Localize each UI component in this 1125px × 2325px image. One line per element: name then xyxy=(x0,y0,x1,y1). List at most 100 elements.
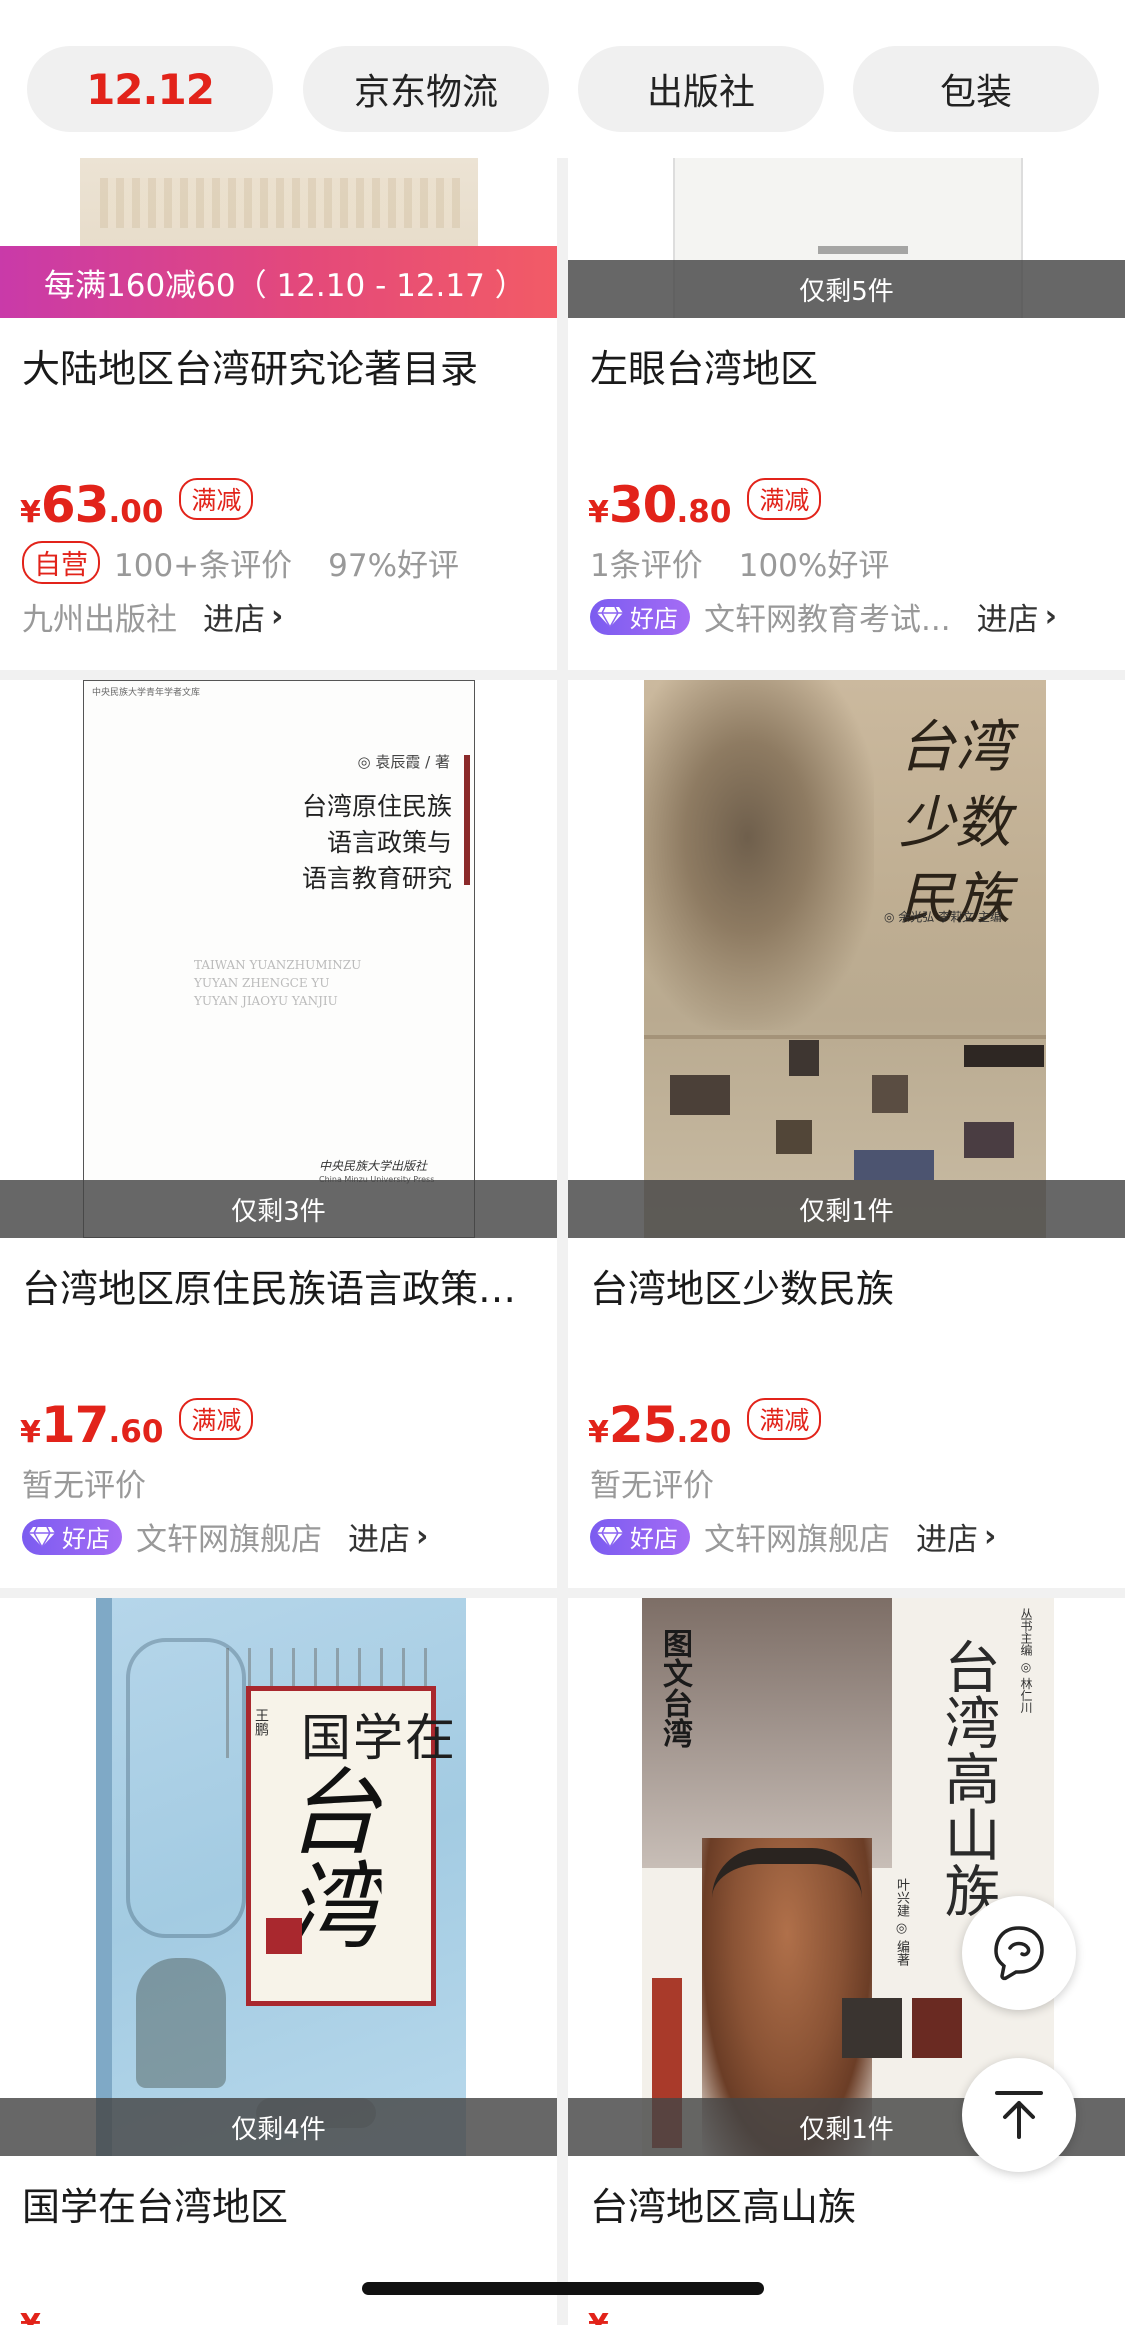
product-image: 中央民族大学青年学者文库 ◎ 袁辰霞 / 著 台湾原住民族 语言政策与 语言教育… xyxy=(0,680,557,1238)
cover-author: ◎ 袁辰霞 / 著 xyxy=(357,753,450,771)
stock-band: 仅剩4件 xyxy=(0,2098,557,2156)
cover-title-line: 语言教育研究 xyxy=(301,864,452,893)
cover-title-line: 台湾高山族 xyxy=(935,1638,1000,1918)
promo-band: 每满160减60（ 12.10 - 12.17 ） xyxy=(0,246,557,318)
book-cover: 台湾 少数 民族 ◎ 余光弘 李莉文 主编 xyxy=(644,680,1046,1238)
product-title: 大陆地区台湾研究论著目录 xyxy=(22,347,479,391)
filter-chip-packaging[interactable]: 包装 xyxy=(853,46,1099,132)
discount-tag: 满减 xyxy=(747,1398,822,1440)
good-store-badge: 好店 xyxy=(590,1518,690,1555)
store-row: 九州出版社 进店 › xyxy=(22,594,541,639)
positive-rate: 97%好评 xyxy=(328,548,460,584)
filter-chip-1212[interactable]: 12.12 xyxy=(27,46,273,132)
price-integer: 25 xyxy=(608,1396,678,1454)
stock-band: 仅剩1件 xyxy=(568,1180,1125,1238)
product-title: 台湾地区高山族 xyxy=(590,2185,857,2229)
product-title: 台湾地区少数民族 xyxy=(590,1267,895,1311)
price-decimal: .80 xyxy=(676,494,732,530)
diamond-icon xyxy=(597,1526,623,1547)
review-count: 1条评价 xyxy=(590,548,703,584)
filter-chip-jd-logistics[interactable]: 京东物流 xyxy=(303,46,549,132)
price-symbol: ¥ xyxy=(20,1415,41,1450)
enter-store-link[interactable]: 进店 › xyxy=(203,594,283,639)
product-image: 国学在 台湾 王鹏 xyxy=(0,1598,557,2156)
filter-chip-publisher[interactable]: 出版社 xyxy=(578,46,824,132)
cover-pinyin: YUYAN JIAOYU YANJIU xyxy=(194,994,338,1008)
cover-author: 叶兴建 ◎ 编著 xyxy=(894,1878,909,1967)
good-store-badge: 好店 xyxy=(590,598,690,635)
price-integer: 63 xyxy=(40,476,110,534)
store-name[interactable]: 文轩网旗舰店 xyxy=(704,1514,890,1559)
enter-store-link[interactable]: 进店 › xyxy=(348,1514,428,1559)
back-to-top-button[interactable] xyxy=(962,2058,1076,2172)
cover-title-line: 国学在 xyxy=(301,1709,457,1767)
stock-band: 仅剩3件 xyxy=(0,1180,557,1238)
product-title: 国学在台湾地区 xyxy=(22,2185,289,2229)
price-integer: 30 xyxy=(608,476,678,534)
review-count: 100+条评价 xyxy=(114,548,293,584)
store-name[interactable]: 九州出版社 xyxy=(22,594,177,639)
cover-publisher: 中央民族大学出版社 xyxy=(319,1159,428,1173)
price: ¥ 25 .20 满减 xyxy=(588,1396,822,1454)
product-card[interactable]: 中央民族大学青年学者文库 ◎ 袁辰霞 / 著 台湾原住民族 语言政策与 语言教育… xyxy=(0,680,557,1588)
discount-tag: 满减 xyxy=(179,478,254,520)
review-count: 暂无评价 xyxy=(590,1468,714,1504)
product-image: 台湾 少数 民族 ◎ 余光弘 李莉文 主编 xyxy=(568,680,1125,1238)
discount-tag: 满减 xyxy=(747,478,822,520)
cover-pinyin: YUYAN ZHENGCE YU xyxy=(194,976,330,990)
price-decimal: .00 xyxy=(108,494,164,530)
product-title: 台湾地区原住民族语言政策与语言教育研究 xyxy=(22,1267,535,1311)
customer-service-button[interactable] xyxy=(962,1896,1076,2010)
product-card[interactable]: 每满160减60（ 12.10 - 12.17 ） 大陆地区台湾研究论著目录 ¥… xyxy=(0,158,557,670)
price-symbol: ¥ xyxy=(588,495,609,530)
customer-service-icon xyxy=(994,1926,1044,1981)
cover-author: 王鹏 xyxy=(253,1708,269,1736)
price-integer: 17 xyxy=(40,1396,110,1454)
price: ¥ 30 .80 满减 xyxy=(588,476,822,534)
price-decimal: .60 xyxy=(108,1414,164,1450)
product-card[interactable]: 台湾 少数 民族 ◎ 余光弘 李莉文 主编 仅剩1件 台湾地区少数民族 ¥ 25… xyxy=(568,680,1125,1588)
store-name[interactable]: 文轩网教育考试... xyxy=(704,594,951,639)
back-to-top-icon xyxy=(995,2091,1043,2139)
cover-series-editor: 丛书主编 ◎ 林仁川 xyxy=(1019,1608,1033,1714)
cover-title-line: 少数 xyxy=(899,791,1011,856)
cover-title-line: 台湾 xyxy=(899,715,1011,780)
book-cover: 国学在 台湾 王鹏 xyxy=(96,1598,466,2156)
price-symbol: ¥ xyxy=(588,1415,609,1450)
cover-editors: ◎ 余光弘 李莉文 主编 xyxy=(884,910,1002,924)
cover-title-line: 民族 xyxy=(899,867,1011,932)
product-card[interactable]: 国学在 台湾 王鹏 仅剩4件 国学在台湾地区 ¥ xyxy=(0,1598,557,2325)
diamond-icon xyxy=(29,1526,55,1547)
positive-rate: 100%好评 xyxy=(738,548,890,584)
diamond-icon xyxy=(597,606,623,627)
store-row: 好店 文轩网教育考试... 进店 › xyxy=(590,594,1109,639)
book-cover: 中央民族大学青年学者文库 ◎ 袁辰霞 / 著 台湾原住民族 语言政策与 语言教育… xyxy=(83,680,475,1238)
good-store-badge: 好店 xyxy=(22,1518,122,1555)
enter-store-link[interactable]: 进店 › xyxy=(977,594,1057,639)
review-row: 1条评价 100%好评 xyxy=(590,540,889,585)
price-decimal: .20 xyxy=(676,1414,732,1450)
cover-corner-text: 图文台湾 xyxy=(657,1628,692,1748)
product-card[interactable]: 仅剩5件 左眼台湾地区 ¥ 30 .80 满减 1条评价 100%好评 好店 文… xyxy=(568,158,1125,670)
chevron-right-icon: › xyxy=(271,599,284,634)
home-indicator xyxy=(362,2282,764,2295)
cover-pinyin: TAIWAN YUANZHUMINZU xyxy=(194,958,362,972)
cover-title-line: 语言政策与 xyxy=(326,828,452,857)
review-row: 暂无评价 xyxy=(22,1460,146,1505)
chevron-right-icon: › xyxy=(1044,599,1057,634)
price: ¥ 63 .00 满减 xyxy=(20,476,254,534)
review-row: 暂无评价 xyxy=(590,1460,714,1505)
enter-store-link[interactable]: 进店 › xyxy=(916,1514,996,1559)
review-count: 暂无评价 xyxy=(22,1468,146,1504)
store-row: 好店 文轩网旗舰店 进店 › xyxy=(590,1514,1109,1559)
filter-bar: 12.12 京东物流 出版社 包装 xyxy=(0,0,1125,158)
self-operated-badge: 自营 xyxy=(22,541,100,584)
store-row: 好店 文轩网旗舰店 进店 › xyxy=(22,1514,541,1559)
cover-title-line: 台湾原住民族 xyxy=(301,792,452,821)
discount-tag: 满减 xyxy=(179,1398,254,1440)
store-name[interactable]: 文轩网旗舰店 xyxy=(136,1514,322,1559)
product-title: 左眼台湾地区 xyxy=(590,347,819,391)
price-symbol: ¥ xyxy=(20,495,41,530)
stock-band: 仅剩5件 xyxy=(568,260,1125,318)
chevron-right-icon: › xyxy=(984,1519,997,1554)
